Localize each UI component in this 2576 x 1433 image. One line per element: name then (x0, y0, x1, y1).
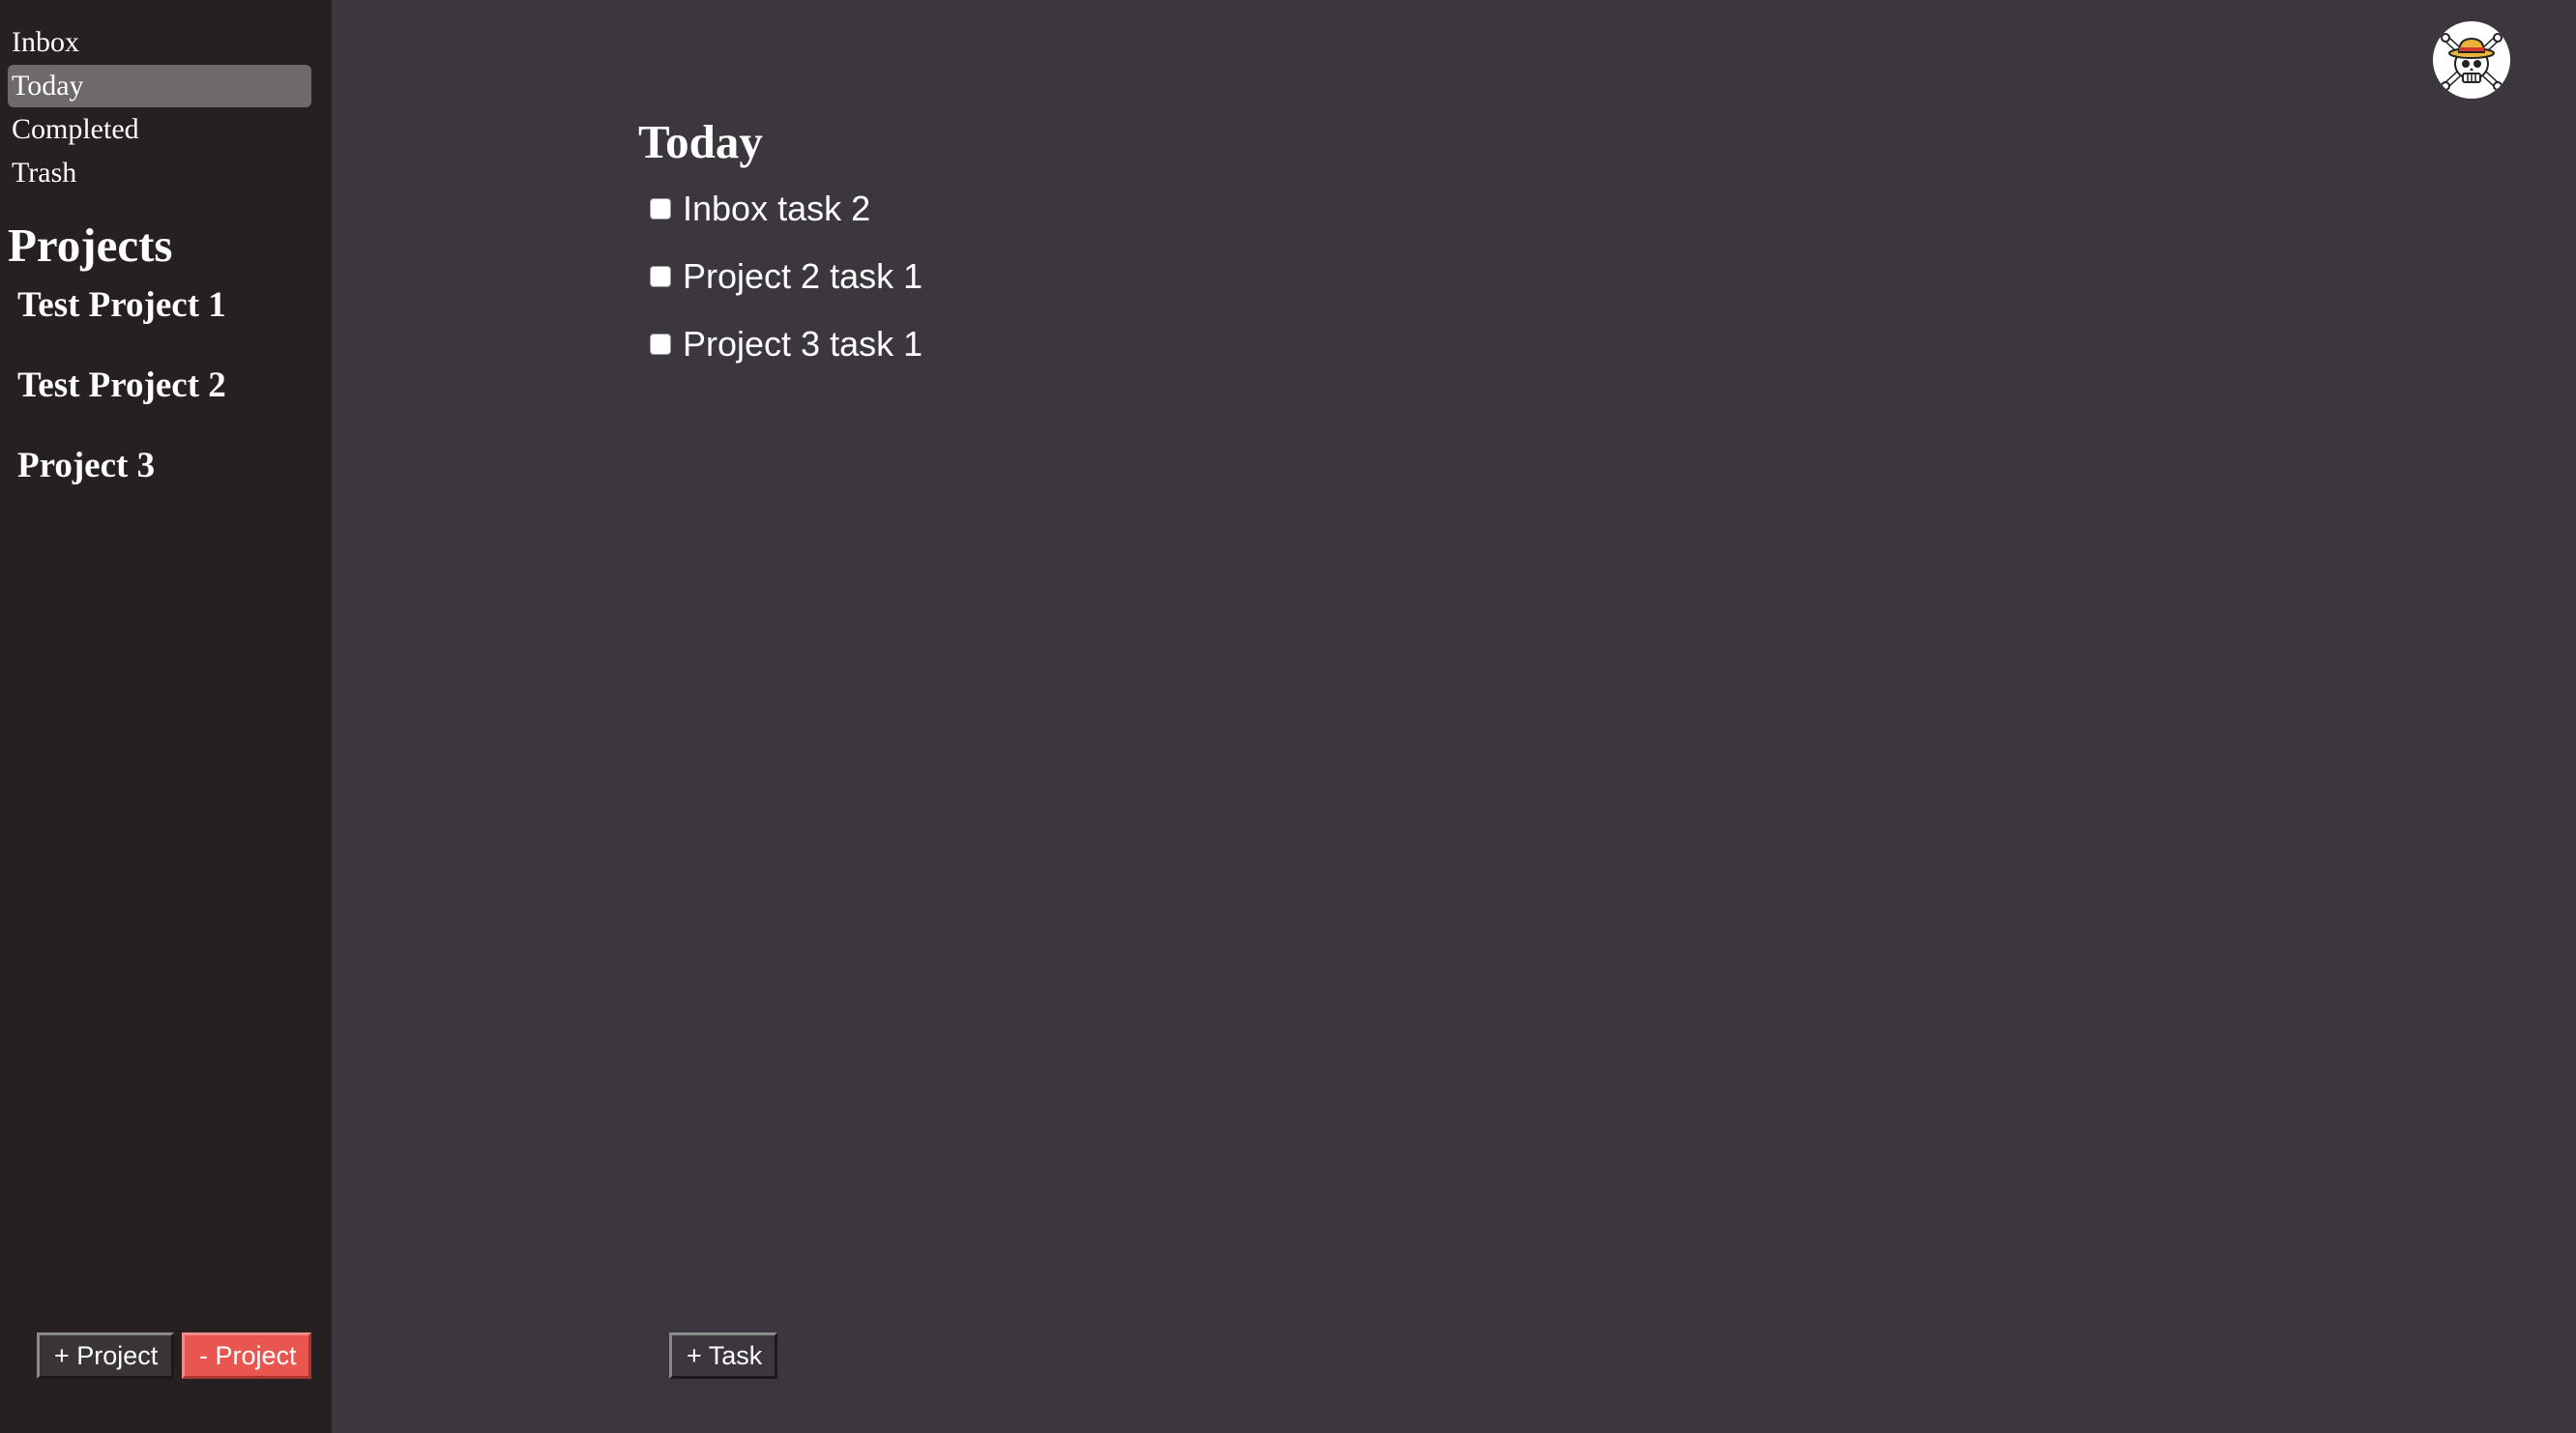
straw-hat-skull-icon (2441, 33, 2503, 91)
project-item-test-project-1[interactable]: Test Project 1 (17, 284, 226, 326)
task-row: Project 2 task 1 (650, 255, 922, 298)
task-checkbox[interactable] (650, 266, 671, 287)
task-label: Project 3 task 1 (683, 324, 923, 364)
task-row: Inbox task 2 (650, 188, 870, 230)
projects-heading: Projects (8, 219, 173, 272)
task-row: Project 3 task 1 (650, 323, 922, 366)
project-item-project-3[interactable]: Project 3 (17, 445, 155, 486)
remove-project-button[interactable]: - Project (182, 1332, 311, 1379)
task-checkbox[interactable] (650, 198, 671, 219)
sidebar-item-inbox[interactable]: Inbox (8, 21, 311, 64)
add-task-button[interactable]: + Task (669, 1332, 777, 1379)
project-item-test-project-2[interactable]: Test Project 2 (17, 365, 226, 406)
add-project-button[interactable]: + Project (37, 1332, 174, 1379)
sidebar-item-today[interactable]: Today (8, 65, 311, 107)
page-title: Today (638, 115, 763, 168)
sidebar: Inbox Today Completed Trash Projects Tes… (0, 0, 332, 1433)
task-label: Inbox task 2 (683, 189, 871, 228)
sidebar-item-trash[interactable]: Trash (8, 152, 311, 194)
task-checkbox[interactable] (650, 334, 671, 355)
task-label: Project 2 task 1 (683, 256, 923, 296)
avatar[interactable] (2433, 21, 2510, 99)
sidebar-item-completed[interactable]: Completed (8, 108, 311, 151)
app-window: Inbox Today Completed Trash Projects Tes… (0, 0, 2576, 1433)
